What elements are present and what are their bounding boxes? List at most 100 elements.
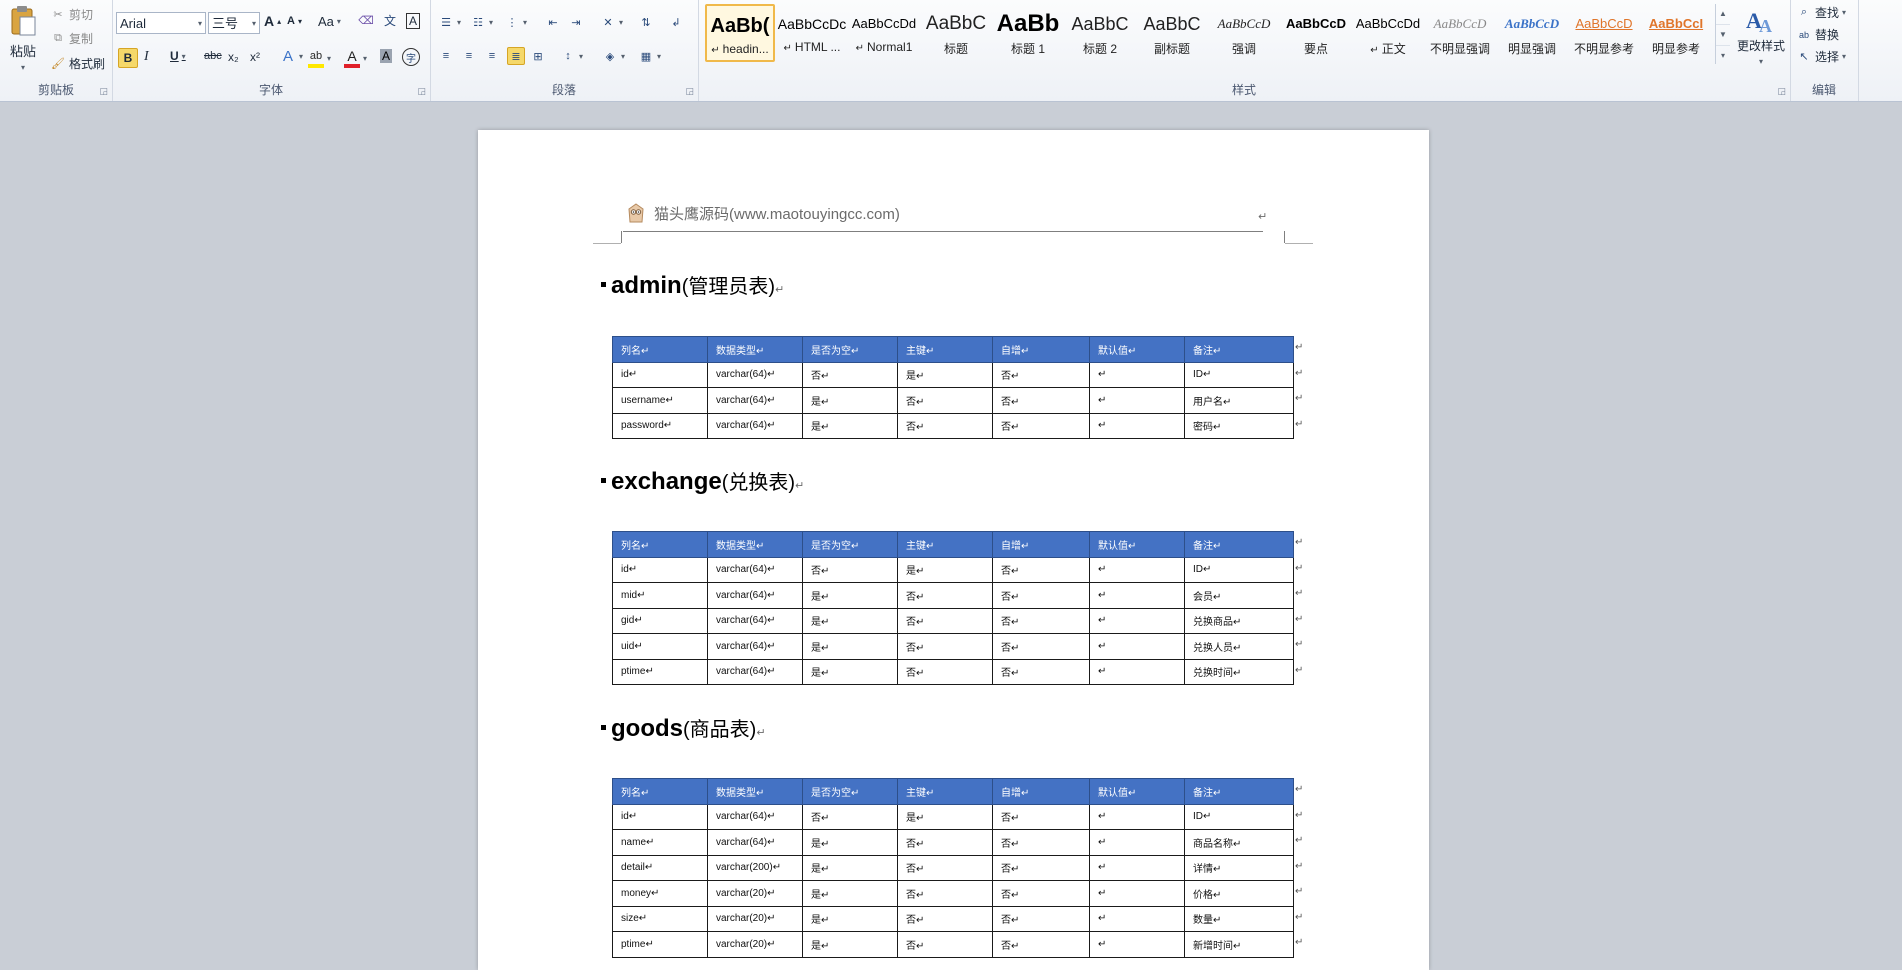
table-cell[interactable]: ↵ bbox=[1089, 803, 1185, 830]
table-cell[interactable]: 否↵ bbox=[897, 633, 993, 660]
text-effects-button[interactable]: A ▾ bbox=[280, 48, 303, 65]
font-name-combo[interactable]: Arial ▾ bbox=[116, 12, 206, 34]
table-cell[interactable]: 是↵ bbox=[802, 607, 898, 634]
font-color-button[interactable]: A ▾ bbox=[344, 48, 367, 68]
table-cell[interactable]: ↵ bbox=[1089, 905, 1185, 932]
table-header-cell[interactable]: 数据类型↵ bbox=[707, 531, 803, 558]
table-header-cell[interactable]: 是否为空↵ bbox=[802, 336, 898, 363]
table-cell[interactable]: varchar(200)↵ bbox=[707, 854, 803, 881]
find-button[interactable]: ⌕ 查找 ▾ bbox=[1796, 4, 1846, 21]
table-cell[interactable]: 兑换人员↵ bbox=[1184, 633, 1294, 660]
table-header-cell[interactable]: 默认值↵ bbox=[1089, 778, 1185, 805]
replace-button[interactable]: ab 替换 bbox=[1796, 26, 1839, 43]
table-cell[interactable]: ↵ bbox=[1089, 880, 1185, 907]
style-gallery-item[interactable]: AaBbCcDd ↵ 正文 bbox=[1353, 4, 1423, 62]
style-gallery-item[interactable]: AaBbC 副标题 bbox=[1137, 4, 1207, 62]
table-cell[interactable]: money↵ bbox=[612, 880, 708, 907]
char-border-button[interactable]: A bbox=[406, 13, 421, 29]
table-cell[interactable]: id↵ bbox=[612, 803, 708, 830]
table-cell[interactable]: 兑换商品↵ bbox=[1184, 607, 1294, 634]
style-gallery-item[interactable]: AaBbCcD 不明显强调 bbox=[1425, 4, 1495, 62]
table-header-cell[interactable]: 主键↵ bbox=[897, 336, 993, 363]
table-cell[interactable]: 否↵ bbox=[897, 931, 993, 958]
table-cell[interactable]: varchar(64)↵ bbox=[707, 412, 803, 439]
table-header-cell[interactable]: 数据类型↵ bbox=[707, 778, 803, 805]
bold-button[interactable]: B bbox=[118, 48, 138, 68]
clipboard-launcher-icon[interactable]: ◲ bbox=[99, 86, 108, 97]
table-cell[interactable]: 否↵ bbox=[897, 880, 993, 907]
table-cell[interactable]: 是↵ bbox=[897, 361, 993, 388]
table-cell[interactable]: ↵ bbox=[1089, 829, 1185, 856]
shrink-font-button[interactable]: A ▾ bbox=[287, 15, 302, 27]
table-cell[interactable]: varchar(64)↵ bbox=[707, 803, 803, 830]
table-cell[interactable]: 是↵ bbox=[897, 803, 993, 830]
table-cell[interactable]: ptime↵ bbox=[612, 658, 708, 685]
decrease-indent-button[interactable]: ⇤ bbox=[545, 14, 561, 30]
table-cell[interactable]: varchar(64)↵ bbox=[707, 658, 803, 685]
table-cell[interactable]: 新增时间↵ bbox=[1184, 931, 1294, 958]
table-cell[interactable]: 否↵ bbox=[897, 829, 993, 856]
table-header-cell[interactable]: 列名↵ bbox=[612, 778, 708, 805]
table-cell[interactable]: 价格↵ bbox=[1184, 880, 1294, 907]
table-cell[interactable]: 是↵ bbox=[802, 854, 898, 881]
table-cell[interactable]: ptime↵ bbox=[612, 931, 708, 958]
table-cell[interactable]: ↵ bbox=[1089, 387, 1185, 414]
table-cell[interactable]: 否↵ bbox=[802, 556, 898, 583]
table-cell[interactable]: 否↵ bbox=[992, 803, 1090, 830]
style-gallery-item[interactable]: AaBbC 标题 2 bbox=[1065, 4, 1135, 62]
table-cell[interactable]: 密码↵ bbox=[1184, 412, 1294, 439]
table-cell[interactable]: varchar(64)↵ bbox=[707, 633, 803, 660]
style-gallery-item[interactable]: AaBbCcDc ↵ HTML ... bbox=[777, 4, 847, 62]
font-launcher-icon[interactable]: ◲ bbox=[417, 86, 426, 97]
clear-format-button[interactable]: ⌫ bbox=[358, 12, 374, 28]
table-cell[interactable]: 否↵ bbox=[897, 607, 993, 634]
table-cell[interactable]: 否↵ bbox=[992, 387, 1090, 414]
style-gallery-item[interactable]: AaBbCcD 强调 bbox=[1209, 4, 1279, 62]
table-cell[interactable]: varchar(20)↵ bbox=[707, 931, 803, 958]
table-cell[interactable]: 否↵ bbox=[992, 633, 1090, 660]
gallery-up-icon[interactable]: ▲ bbox=[1716, 4, 1730, 25]
table-cell[interactable]: varchar(64)↵ bbox=[707, 607, 803, 634]
table-cell[interactable]: varchar(64)↵ bbox=[707, 829, 803, 856]
table-cell[interactable]: username↵ bbox=[612, 387, 708, 414]
style-gallery-item[interactable]: AaBb 标题 1 bbox=[993, 4, 1063, 62]
style-gallery-item[interactable]: AaBbCcI 明显参考 bbox=[1641, 4, 1711, 62]
increase-indent-button[interactable]: ⇥ bbox=[568, 14, 584, 30]
styles-launcher-icon[interactable]: ◲ bbox=[1777, 86, 1786, 97]
table-cell[interactable]: 是↵ bbox=[802, 880, 898, 907]
table-cell[interactable]: 否↵ bbox=[992, 880, 1090, 907]
grow-font-button[interactable]: A ▴ bbox=[264, 13, 281, 29]
select-button[interactable]: ↖ 选择 ▾ bbox=[1796, 48, 1846, 65]
table-cell[interactable]: 是↵ bbox=[802, 633, 898, 660]
table-cell[interactable]: 否↵ bbox=[992, 582, 1090, 609]
table-cell[interactable]: 是↵ bbox=[802, 387, 898, 414]
table-header-cell[interactable]: 自增↵ bbox=[992, 531, 1090, 558]
paste-button[interactable]: 粘贴 ▾ bbox=[6, 4, 40, 72]
table-header-cell[interactable]: 备注↵ bbox=[1184, 336, 1294, 363]
table-cell[interactable]: 是↵ bbox=[802, 412, 898, 439]
table-header-cell[interactable]: 自增↵ bbox=[992, 778, 1090, 805]
italic-button[interactable]: I bbox=[144, 49, 149, 65]
table-cell[interactable]: 否↵ bbox=[897, 905, 993, 932]
table-cell[interactable]: ↵ bbox=[1089, 582, 1185, 609]
table-cell[interactable]: varchar(64)↵ bbox=[707, 582, 803, 609]
distributed-button[interactable]: ⊞ bbox=[530, 48, 546, 64]
table-cell[interactable]: varchar(20)↵ bbox=[707, 880, 803, 907]
table-cell[interactable]: 否↵ bbox=[992, 607, 1090, 634]
line-spacing-button[interactable]: ↕ ▾ bbox=[560, 48, 583, 64]
gallery-down-icon[interactable]: ▼ bbox=[1716, 25, 1730, 46]
table-cell[interactable]: 否↵ bbox=[992, 931, 1090, 958]
table-header-cell[interactable]: 主键↵ bbox=[897, 778, 993, 805]
table-header-cell[interactable]: 是否为空↵ bbox=[802, 778, 898, 805]
change-styles-button[interactable]: A A 更改样式 ▾ bbox=[1733, 4, 1789, 66]
table-cell[interactable]: 是↵ bbox=[802, 905, 898, 932]
subscript-button[interactable]: x₂ bbox=[228, 50, 239, 64]
table-cell[interactable]: name↵ bbox=[612, 829, 708, 856]
table-cell[interactable]: password↵ bbox=[612, 412, 708, 439]
bullets-button[interactable]: ☰ ▾ bbox=[438, 14, 461, 30]
table-cell[interactable]: 否↵ bbox=[992, 829, 1090, 856]
table-header-cell[interactable]: 备注↵ bbox=[1184, 531, 1294, 558]
table-header-cell[interactable]: 数据类型↵ bbox=[707, 336, 803, 363]
table-cell[interactable]: varchar(64)↵ bbox=[707, 556, 803, 583]
table-cell[interactable]: varchar(64)↵ bbox=[707, 387, 803, 414]
